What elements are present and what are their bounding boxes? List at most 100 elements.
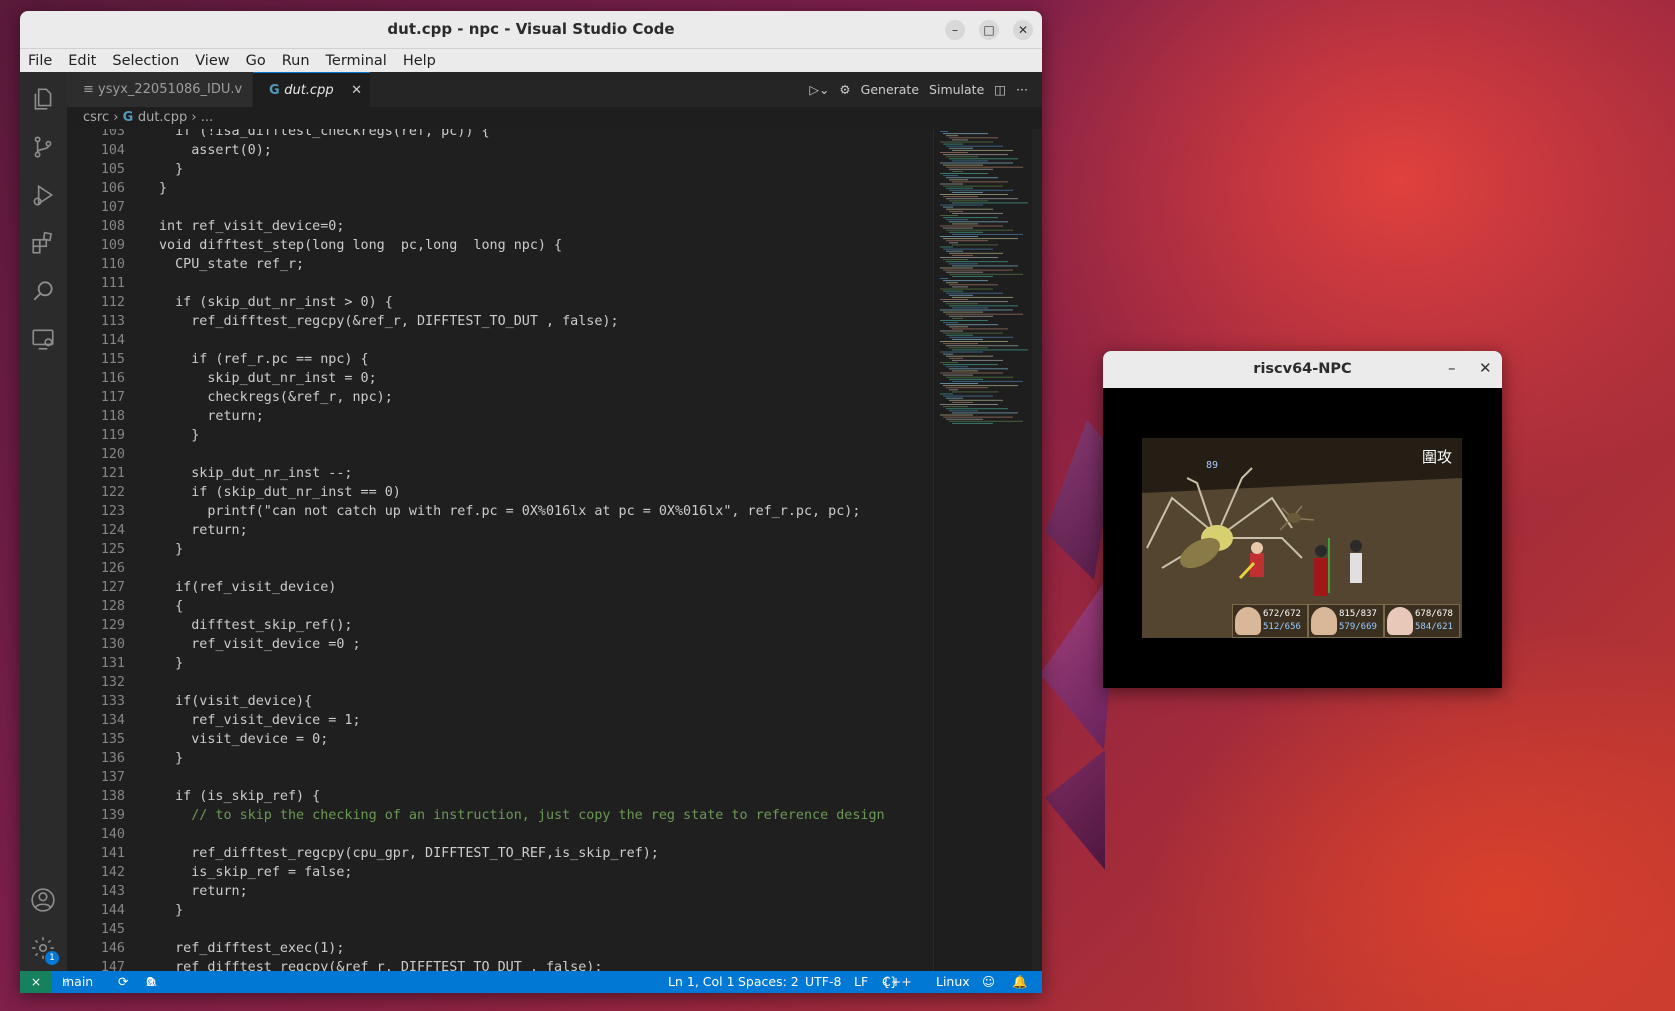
menu-help[interactable]: Help — [401, 53, 438, 69]
line-number: 124 — [100, 523, 125, 538]
menu-edit[interactable]: Edit — [66, 53, 98, 69]
code-text: checkregs(&ref_r, npc); — [159, 390, 393, 405]
minimap-line — [949, 137, 998, 139]
verilog-file-icon: ≡ — [83, 82, 99, 97]
minimap-line — [943, 290, 963, 292]
minimap-line — [940, 320, 988, 321]
menu-go[interactable]: Go — [244, 53, 268, 69]
minimap-line — [949, 347, 988, 349]
tab-dut-cpp[interactable]: G dut.cpp ✕ — [253, 72, 370, 107]
sync-icon[interactable]: ⟳ — [118, 971, 128, 993]
tab-ysyx-idu[interactable]: ≡ ysyx_22051086_IDU.v — [67, 72, 253, 107]
minimap-line — [949, 231, 983, 233]
minimap-line — [949, 147, 973, 149]
eol[interactable]: LF — [854, 971, 868, 993]
line-number: 136 — [100, 751, 125, 766]
minimap-line — [949, 221, 1008, 223]
chevron-right-icon: › — [113, 110, 123, 125]
minimap[interactable] — [933, 129, 1034, 971]
menu-file[interactable]: File — [26, 53, 54, 69]
minimap-line — [952, 212, 1003, 214]
code-text: } — [159, 162, 184, 177]
game-window-title: riscv64-NPC — [1253, 361, 1352, 377]
minimap-line — [940, 278, 948, 279]
run-debug-icon[interactable] — [29, 182, 57, 210]
minimap-line — [946, 250, 963, 252]
minimap-line — [946, 208, 993, 210]
simulate-button[interactable]: Simulate — [929, 82, 984, 97]
minimap-line — [940, 236, 978, 237]
breadcrumb: csrc › G dut.cpp › ... — [67, 107, 1042, 129]
gear-icon[interactable]: ⚙ — [839, 82, 850, 97]
menu-selection[interactable]: Selection — [110, 53, 181, 69]
minimap-line — [952, 181, 1008, 183]
code-text: skip_dut_nr_inst = 0; — [159, 371, 377, 386]
menu-run[interactable]: Run — [280, 53, 312, 69]
line-number: 117 — [100, 390, 125, 405]
editor-scrollbar[interactable] — [1032, 129, 1042, 971]
battle-scene[interactable]: 89 圍攻 672/672 512/656 815/837 579/669 67… — [1142, 438, 1462, 638]
code-text: skip_dut_nr_inst --; — [159, 466, 353, 481]
notifications-icon[interactable]: 🔔 — [1012, 971, 1028, 993]
source-control-icon[interactable] — [29, 134, 57, 162]
line-number: 120 — [100, 447, 125, 462]
remote-explorer-icon[interactable] — [29, 326, 57, 354]
close-tab-icon[interactable]: ✕ — [351, 73, 362, 108]
line-number: 121 — [100, 466, 125, 481]
minimap-line — [946, 187, 973, 189]
game-titlebar[interactable]: riscv64-NPC – ✕ — [1103, 351, 1502, 388]
indentation[interactable]: Spaces: 2 — [738, 971, 799, 993]
minimap-line — [940, 414, 973, 416]
line-number: 128 — [100, 599, 125, 614]
party-status-1: 672/672 512/656 — [1232, 604, 1308, 638]
cursor-position[interactable]: Ln 1, Col 1 — [668, 971, 735, 993]
minimap-line — [943, 164, 983, 166]
run-dropdown-icon[interactable]: ▷⌄ — [809, 82, 829, 97]
breadcrumb-folder[interactable]: csrc — [83, 110, 109, 125]
minimap-line — [949, 315, 993, 317]
minimap-line — [949, 242, 958, 244]
minimize-icon[interactable]: – — [1448, 359, 1456, 377]
feedback-icon[interactable]: ☺ — [982, 971, 995, 993]
menu-view[interactable]: View — [193, 53, 231, 69]
minimap-line — [952, 338, 983, 340]
close-icon[interactable]: ✕ — [1013, 20, 1033, 40]
minimap-line — [940, 204, 983, 206]
maximize-icon[interactable]: □ — [979, 20, 999, 40]
line-number: 140 — [100, 827, 125, 842]
search-icon[interactable] — [29, 278, 57, 306]
minimap-line — [952, 275, 993, 277]
minimap-line — [940, 309, 1013, 311]
window-titlebar[interactable]: dut.cpp - npc - Visual Studio Code – □ ✕ — [20, 11, 1042, 49]
minimap-line — [946, 292, 1003, 294]
code-text: difftest_skip_ref(); — [159, 618, 353, 633]
minimap-line — [952, 160, 988, 162]
remote-indicator-icon[interactable]: ⨯ — [20, 971, 52, 993]
menu-terminal[interactable]: Terminal — [324, 53, 389, 69]
minimap-line — [940, 257, 998, 258]
breadcrumb-more[interactable]: ... — [201, 110, 213, 125]
account-icon[interactable] — [29, 887, 57, 915]
more-actions-icon[interactable]: ··· — [1016, 82, 1028, 97]
minimap-line — [943, 227, 973, 229]
close-icon[interactable]: ✕ — [1479, 359, 1492, 377]
explorer-icon[interactable] — [29, 86, 57, 114]
generate-button[interactable]: Generate — [861, 82, 919, 97]
window-title: dut.cpp - npc - Visual Studio Code — [387, 20, 675, 38]
line-number: 113 — [100, 314, 125, 329]
minimize-icon[interactable]: – — [945, 20, 965, 40]
minimap-line — [940, 362, 958, 363]
activity-bar: 1 — [20, 72, 67, 971]
wallpaper-shard — [1045, 750, 1105, 870]
os-indicator[interactable]: Linux — [936, 971, 970, 993]
minimap-line — [943, 280, 988, 282]
settings-gear-icon[interactable]: 1 — [29, 935, 59, 965]
encoding[interactable]: UTF-8 — [805, 971, 841, 993]
minimap-line — [952, 317, 963, 319]
code-editor[interactable]: 103 if (!isa_difftest_checkregs(ref, pc)… — [67, 129, 933, 971]
extensions-icon[interactable] — [29, 230, 57, 258]
split-editor-icon[interactable]: ◫ — [994, 82, 1006, 97]
breadcrumb-file[interactable]: dut.cpp — [138, 110, 187, 125]
minimap-line — [943, 259, 968, 261]
minimap-line — [940, 162, 1013, 164]
